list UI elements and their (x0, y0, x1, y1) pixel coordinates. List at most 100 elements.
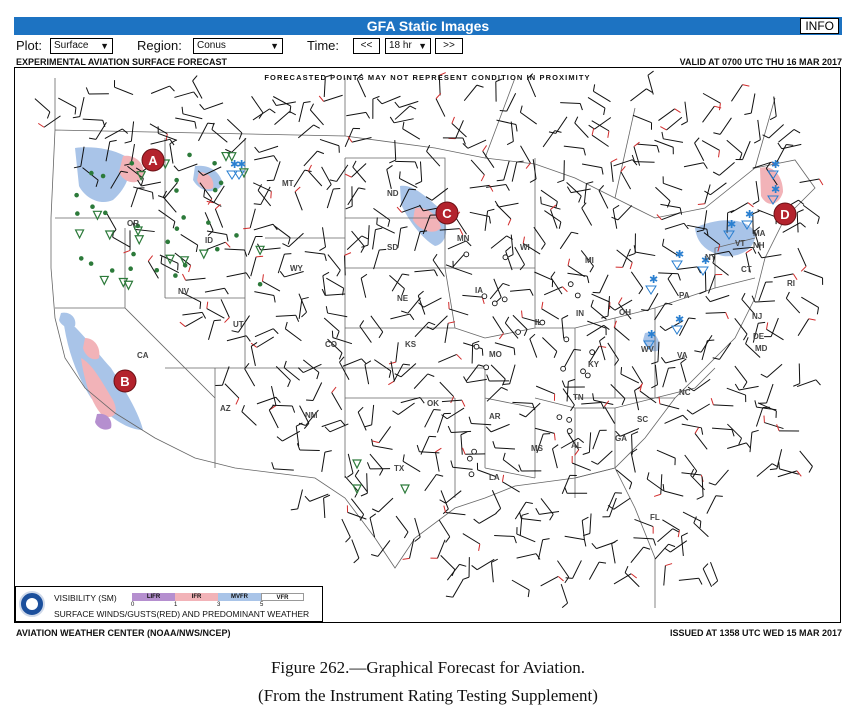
wind-barb (590, 306, 607, 320)
wind-barb-flag (739, 153, 743, 161)
snow-icon: ✱ (745, 208, 754, 221)
wind-barb (198, 122, 209, 142)
wind-barb-flag (513, 536, 517, 544)
wind-barb-flag (459, 563, 467, 567)
wind-barb (192, 80, 203, 99)
wind-barb (494, 342, 515, 349)
time-select[interactable]: 18 hr ▼ (385, 38, 431, 54)
wind-barb-flag (518, 464, 522, 472)
wind-barb (684, 454, 698, 472)
wind-barb-flag (681, 532, 688, 537)
wind-barb (742, 140, 751, 160)
state-label-oh: OH (619, 308, 631, 317)
wind-barb (346, 235, 363, 250)
state-label-ma: MA (753, 229, 766, 238)
wind-barb-flag (287, 380, 291, 388)
wind-barb (347, 453, 354, 474)
wind-barb-flag (85, 87, 90, 95)
wind-barb-flag (799, 222, 806, 228)
wind-barb-flag (354, 469, 360, 477)
wind-barb-flag (291, 405, 296, 413)
gust-barb (396, 206, 403, 213)
gust-barb (294, 186, 301, 193)
wind-barb (712, 427, 733, 431)
wind-barb (663, 565, 666, 586)
state-label-az: AZ (220, 404, 231, 413)
wind-barb (357, 411, 367, 431)
wind-barb-flag (371, 438, 374, 446)
wind-barb-flag (620, 367, 623, 375)
wind-barb (540, 575, 559, 587)
wind-barb (424, 474, 437, 492)
wind-barb (79, 97, 85, 117)
wind-barb (591, 120, 610, 132)
region-select-value: Conus (197, 40, 226, 51)
wind-barb-flag (519, 413, 526, 418)
wind-barb (185, 316, 203, 328)
wind-barb-flag (445, 264, 453, 268)
rain-dot-icon (257, 281, 263, 287)
wind-barb (247, 236, 257, 256)
wind-barb (322, 227, 327, 248)
wind-barb-flag (667, 272, 673, 280)
wind-barb-flag (301, 296, 309, 300)
wind-barb (803, 270, 823, 279)
wind-barb (680, 362, 687, 383)
wind-barb-flag (199, 301, 202, 309)
wind-barb (224, 383, 240, 399)
state-label-ny: NY (705, 253, 717, 262)
wind-barb-flag (760, 373, 768, 378)
wind-barb-flag (631, 431, 639, 435)
wind-barb (436, 413, 445, 433)
snow-icon: ✱ (675, 313, 684, 326)
snow-shower-icon (645, 285, 657, 295)
plot-select[interactable]: Surface ▼ (50, 38, 113, 54)
wind-barb (682, 511, 702, 522)
state-label-ms: MS (531, 444, 544, 453)
wind-barb-flag (609, 305, 616, 311)
calm-circle-icon (502, 254, 509, 261)
wind-barb (666, 116, 683, 131)
wind-barb (634, 161, 655, 163)
wind-barb (510, 121, 514, 142)
wind-barb-flag (529, 333, 536, 340)
wind-barb-flag (409, 313, 415, 321)
wind-barb-flag (592, 84, 596, 92)
wind-barb-flag (656, 145, 660, 153)
wind-barb-flag (471, 565, 478, 571)
wind-barb-flag (225, 148, 232, 153)
wind-barb-flag (624, 566, 629, 573)
info-button[interactable]: INFO (800, 18, 839, 34)
wind-barb (371, 404, 375, 425)
wind-barb-flag (707, 339, 715, 342)
wind-barb (293, 169, 306, 188)
gust-barb (179, 321, 186, 327)
wind-barb-flag (313, 124, 320, 129)
wind-barb (560, 583, 569, 604)
gust-barb (591, 128, 595, 136)
wind-barb-flag (565, 577, 573, 579)
wind-barb (294, 191, 303, 211)
wind-barb-flag (715, 495, 723, 497)
wind-barb-flag (501, 386, 508, 391)
wind-barb-flag (506, 141, 514, 146)
wind-barb (440, 490, 449, 510)
region-label: Region: (137, 38, 182, 53)
wind-barb-flag (579, 103, 583, 111)
prev-time-button[interactable]: << (353, 38, 380, 54)
wind-barb-flag (688, 317, 696, 320)
wind-barb (297, 489, 303, 510)
state-label-or: OR (127, 219, 139, 228)
wind-barb-flag (515, 124, 518, 132)
wind-barb (610, 162, 614, 183)
wind-barb-flag (445, 536, 451, 543)
wind-barb (586, 324, 605, 337)
next-time-button[interactable]: >> (435, 38, 463, 54)
wind-barb-flag (758, 321, 766, 324)
wind-barb-flag (226, 234, 229, 242)
gust-barb (610, 158, 618, 163)
wind-barb (581, 402, 602, 405)
wind-barb (273, 468, 294, 471)
region-select[interactable]: Conus ▼ (193, 38, 283, 54)
wind-barb-flag (271, 462, 275, 470)
